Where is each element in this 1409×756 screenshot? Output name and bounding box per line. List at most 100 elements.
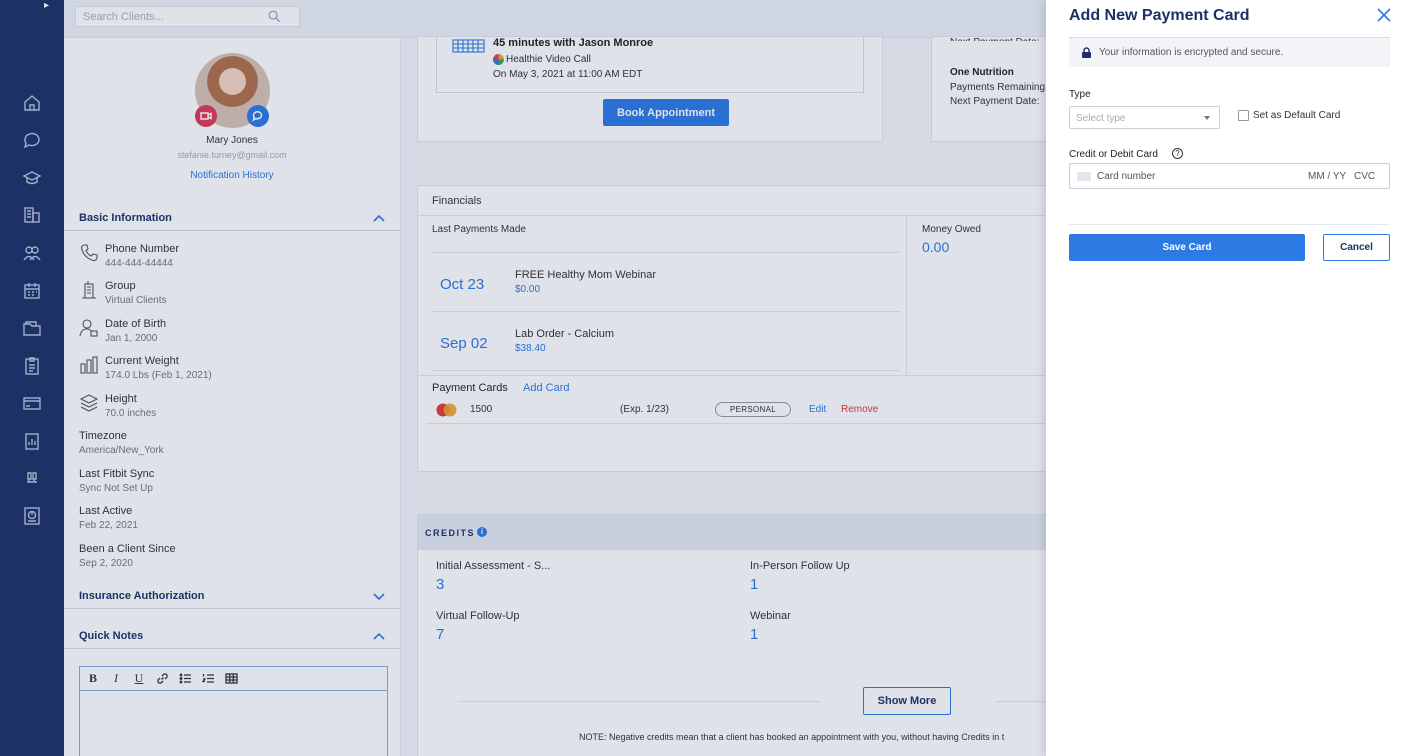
default-card-label[interactable]: Set as Default Card [1253,110,1340,121]
show-more-button[interactable]: Show More [863,687,951,715]
graduation-cap-icon[interactable] [22,168,42,188]
credits-title: CREDITS [425,528,476,538]
date-of-birth-field: Date of Birth Jan 1, 2000 [79,318,389,344]
notification-history-link[interactable]: Notification History [64,170,400,181]
basic-information-header[interactable]: Basic Information [64,205,400,231]
saved-card-row: 1500 (Exp. 1/23) PERSONAL Edit Remove [426,398,1062,424]
bold-icon[interactable]: B [85,671,101,687]
credit-item: Virtual Follow-Up 7 [436,610,520,643]
save-card-button[interactable]: Save Card [1069,234,1305,261]
edit-card-link[interactable]: Edit [809,404,826,415]
calendar-icon[interactable] [22,281,42,301]
expand-rail-icon[interactable]: ▸ [44,0,54,11]
clients-icon[interactable] [22,243,42,263]
bulleted-list-icon[interactable] [177,671,193,687]
reports-icon[interactable] [22,431,42,451]
mastercard-icon [436,403,457,417]
editor-toolbar: B I U [80,667,387,691]
default-card-checkbox[interactable] [1238,110,1249,121]
clipboard-icon[interactable] [22,356,42,376]
financials-title: Financials [432,195,482,207]
lock-icon [1081,47,1092,58]
close-icon[interactable] [1377,8,1391,22]
chat-button[interactable] [247,105,269,127]
folder-icon[interactable] [22,318,42,338]
field-value: Sync Not Set Up [79,483,153,494]
plan-title: One Nutrition [950,67,1014,78]
drinks-icon[interactable] [22,468,42,488]
appointment-location: Healthie Video Call [493,54,591,65]
money-owed-label: Money Owed [922,224,981,235]
card-type-select[interactable]: Select type [1069,106,1220,129]
chat-icon[interactable] [22,130,42,150]
underline-icon[interactable]: U [131,671,147,687]
panel-title: Add New Payment Card [1069,7,1250,24]
field-label: Timezone [79,430,127,442]
payment-row[interactable]: Oct 23 FREE Healthy Mom Webinar $0.00 [432,253,900,312]
credit-name: In-Person Follow Up [750,560,850,572]
payment-date: Sep 02 [440,335,488,352]
field-label: Been a Client Since [79,543,176,555]
payment-amount: $38.40 [515,343,546,354]
italic-icon[interactable]: I [108,671,124,687]
cancel-button[interactable]: Cancel [1323,234,1390,261]
appointment-card: 45 minutes with Jason Monroe Healthie Vi… [417,36,883,142]
credit-item: Initial Assessment - S... 3 [436,560,550,593]
financials-card: Financials Last Payments Made Oct 23 FRE… [417,185,1062,472]
search-input[interactable] [76,7,266,26]
insurance-authorization-header[interactable]: Insurance Authorization [64,583,400,609]
chevron-up-icon[interactable] [373,213,385,222]
numbered-list-icon[interactable] [200,671,216,687]
section-title: Basic Information [79,212,172,224]
field-label: Date of Birth [105,318,167,330]
search-icon[interactable] [268,10,281,23]
plan-card: Next Payment Date: One Nutrition Payment… [931,36,1061,142]
chevron-down-icon[interactable] [373,591,385,601]
quick-notes-header[interactable]: Quick Notes [64,623,400,649]
add-card-link[interactable]: Add Card [523,382,569,394]
home-icon[interactable] [22,93,42,113]
payment-row[interactable]: Sep 02 Lab Order - Calcium $38.40 [432,312,900,371]
last-payments-label: Last Payments Made [432,224,526,235]
client-name: Mary Jones [206,135,258,146]
credit-name: Initial Assessment - S... [436,560,551,572]
field-label: Current Weight [105,355,179,367]
upcoming-appointment[interactable]: 45 minutes with Jason Monroe Healthie Vi… [436,37,864,93]
credit-value: 3 [436,576,445,593]
dropdown-arrow-icon [1204,116,1210,120]
field-value: 174.0 Lbs (Feb 1, 2021) [105,370,212,381]
video-call-button[interactable] [195,105,217,127]
credit-item: Webinar 1 [750,610,791,643]
field-value: 444-444-44444 [105,258,173,269]
appointment-time: On May 3, 2021 at 11:00 AM EDT [493,69,643,80]
timezone-field: Timezone America/New_York [79,430,389,456]
field-value: 70.0 inches [105,408,157,419]
secure-text: Your information is encrypted and secure… [1099,47,1284,58]
client-search [75,6,300,27]
help-icon[interactable]: ? [1172,148,1183,159]
link-icon[interactable] [154,671,170,687]
credit-value: 1 [750,626,759,643]
billing-card-icon[interactable] [22,393,42,413]
chevron-up-icon[interactable] [373,631,385,640]
divider [1069,224,1390,225]
field-label: Height [105,393,137,405]
payments-remaining-label: Payments Remaining [950,82,1046,93]
book-appointment-button[interactable]: Book Appointment [603,99,729,126]
credit-value: 1 [750,576,759,593]
quick-notes-editor[interactable]: B I U [79,666,388,756]
main-content: 45 minutes with Jason Monroe Healthie Vi… [401,36,1062,756]
chart-book-icon[interactable] [22,506,42,526]
phone-icon [79,243,99,263]
organization-icon[interactable] [22,205,42,225]
credits-card: CREDITS i Initial Assessment - S... 3 In… [417,514,1062,756]
field-value: Jan 1, 2000 [105,333,158,344]
divider [906,215,907,375]
table-icon[interactable] [223,671,239,687]
field-label: Last Active [79,505,133,517]
credit-card-icon [1077,172,1091,181]
info-icon[interactable]: i [477,527,487,537]
card-number-input[interactable]: Card number MM / YY CVC [1069,163,1390,189]
remove-card-link[interactable]: Remove [841,404,878,415]
client-since-field: Been a Client Since Sep 2, 2020 [79,543,389,569]
